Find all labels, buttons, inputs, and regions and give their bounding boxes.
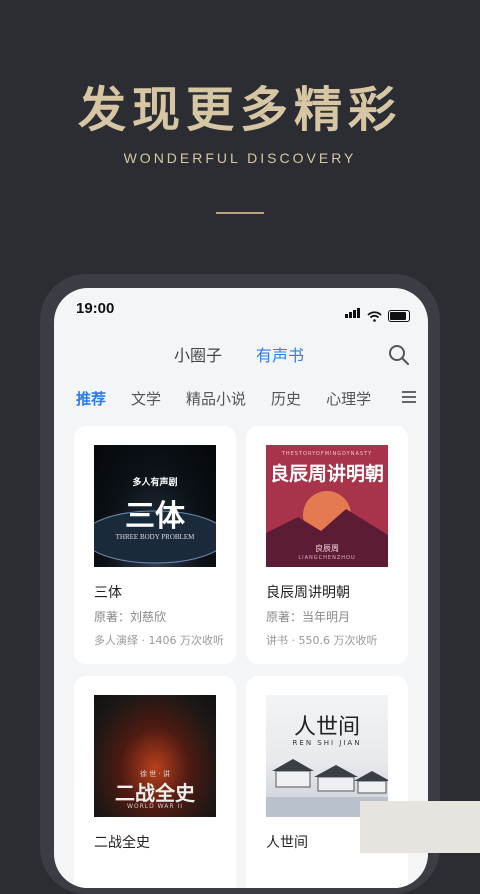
category-history[interactable]: 历史: [271, 388, 301, 409]
category-recommend[interactable]: 推荐: [76, 388, 106, 409]
cover-name: 良辰周: [315, 544, 339, 553]
book-cover: 多人有声剧 三体 THREE BODY PROBLEM: [94, 445, 216, 567]
book-cover: THESTORYOFMINGDYNASTY 良辰周讲明朝 良辰周 LIANGCH…: [266, 445, 388, 567]
book-cover: 徐 世 · 讲 二战全史 WORLD WAR II: [94, 695, 216, 817]
book-title: 二战全史: [94, 835, 150, 851]
book-cover: 人世间 REN SHI JIAN: [266, 695, 388, 817]
cover-subtitle: WORLD WAR II: [126, 803, 184, 810]
book-title: 人世间: [266, 835, 308, 851]
category-psychology[interactable]: 心理学: [326, 388, 371, 409]
status-icons: [345, 303, 410, 322]
tab-audiobooks[interactable]: 有声书: [256, 342, 304, 366]
book-author: 原著：刘慈欣: [94, 610, 167, 624]
battery-icon: [388, 310, 410, 322]
village-illustration-icon: [266, 759, 388, 817]
book-card[interactable]: THESTORYOFMINGDYNASTY 良辰周讲明朝 良辰周 LIANGCH…: [246, 426, 408, 664]
book-card[interactable]: 人世间 REN SHI JIAN 人世间: [246, 676, 408, 888]
book-meta: 多人演绎 · 1406 万次收听: [94, 634, 224, 647]
book-title: 三体: [94, 585, 122, 601]
category-tabs: 推荐 文学 精品小说 历史 心理学: [76, 386, 416, 410]
phone-screen: 19:00 小圈子 有声书 推荐 文学 精品小说 历史 心理学 多人有声剧 三体…: [54, 288, 428, 888]
hero-subtitle: WONDERFUL DISCOVERY: [123, 150, 357, 166]
cover-subtitle: THREE BODY PROBLEM: [115, 533, 195, 541]
hero-title: 发现更多精彩: [77, 82, 402, 138]
status-time: 19:00: [76, 300, 115, 317]
top-tabs: 小圈子 有声书: [54, 342, 428, 372]
book-card[interactable]: 多人有声剧 三体 THREE BODY PROBLEM 三体 原著：刘慈欣 多人…: [74, 426, 236, 664]
search-icon[interactable]: [388, 344, 410, 366]
corner-decoration: [360, 801, 480, 853]
book-meta: 讲书 · 550.6 万次收听: [266, 634, 378, 647]
category-novel[interactable]: 精品小说: [186, 388, 246, 409]
hero-divider: [216, 212, 264, 214]
cover-title: 三体: [125, 499, 185, 534]
tab-circle[interactable]: 小圈子: [174, 342, 222, 366]
book-card[interactable]: 徐 世 · 讲 二战全史 WORLD WAR II 二战全史: [74, 676, 236, 888]
cover-bottom-text: LIANGCHENZHOU: [298, 555, 356, 561]
book-author: 原著：当年明月: [266, 610, 351, 624]
wifi-icon: [367, 311, 382, 322]
signal-icon: [345, 303, 361, 322]
category-literature[interactable]: 文学: [131, 388, 161, 409]
cover-tag: 多人有声剧: [132, 478, 178, 488]
status-bar: 19:00: [54, 288, 428, 330]
cover-title: 二战全史: [115, 781, 195, 805]
category-menu-icon[interactable]: [402, 391, 416, 403]
book-title: 良辰周讲明朝: [266, 585, 350, 601]
